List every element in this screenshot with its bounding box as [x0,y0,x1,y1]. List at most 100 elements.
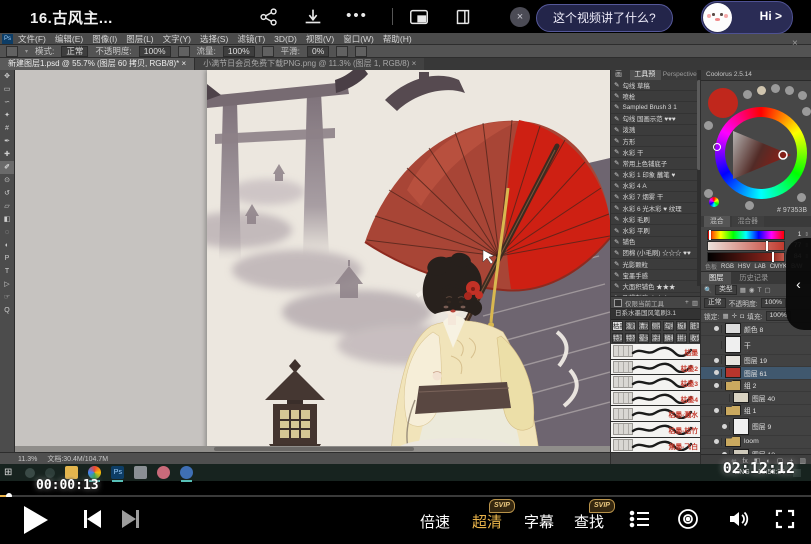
tab-mixer[interactable]: 混合器 [732,216,764,227]
ps-tool[interactable]: ↺ [0,187,14,200]
smoothing-select[interactable]: 0% [307,46,329,57]
layer-thumbnail[interactable] [725,323,741,334]
mode-lab[interactable]: LAB [754,264,765,270]
layer-thumbnail[interactable] [725,367,741,378]
layer-visibility-eye[interactable] [711,325,722,333]
brush-pack-tab[interactable]: 拼合 [676,333,687,343]
hex-value[interactable]: # 97353B [777,207,807,214]
layer-visibility-eye[interactable] [719,422,730,430]
picture-in-picture-icon[interactable] [406,6,432,28]
layer-visibility-eye[interactable] [711,406,722,414]
layer-visibility-eye[interactable] [711,341,722,349]
current-color-swatch[interactable] [708,88,738,118]
tool-preset-item[interactable]: ✎ 大面积铺色 ★★★ [611,281,701,292]
layer-row[interactable]: loom [701,436,811,449]
brush-pack-tab[interactable]: 枯墨 [612,321,623,331]
tool-preset-item[interactable]: ✎ 水彩 平刷 [611,225,701,236]
brush-pack-tab[interactable]: 涂抹 [651,333,662,343]
palette-dot[interactable] [797,193,806,202]
ps-tool[interactable]: ✚ [0,148,14,161]
layer-visibility-eye[interactable] [711,381,722,389]
opacity-select[interactable]: 100% [139,46,171,57]
ps-tool[interactable]: # [0,122,14,135]
ps-tool[interactable]: T [0,265,14,278]
tool-preset-item[interactable]: ✎ 宝墨手感 [611,270,701,281]
brush-pack-tab[interactable]: 清水 [638,321,649,331]
menu-item[interactable]: 编辑(E) [55,33,83,45]
layer-thumbnail[interactable] [725,336,741,353]
pressure-opacity-icon[interactable] [178,46,190,57]
app-icon[interactable] [180,466,193,479]
filter-adjust-icon[interactable]: ◉ [749,286,755,294]
menu-item[interactable]: 文字(Y) [163,33,191,45]
brush-pack-tab[interactable]: 泼洒 [625,321,636,331]
layer-thumbnail[interactable] [733,418,749,435]
brush-pack-tab[interactable]: 特殊 [625,333,636,343]
layer-thumbnail[interactable] [733,392,749,403]
ps-tool[interactable]: ▭ [0,83,14,96]
brush-pack-tab[interactable]: 勾线 [663,321,674,331]
menu-item[interactable]: 文件(F) [18,33,46,45]
layer-row[interactable]: 图层 61 [701,367,811,380]
brush-stroke-item[interactable]: 枯墨3 [611,375,701,391]
quality-button[interactable]: 超清 [472,511,502,532]
palette-dot[interactable] [771,84,780,93]
color-wheel-mini-icon[interactable] [709,197,719,207]
palette-dot[interactable] [757,86,766,95]
tool-preset-item[interactable]: ✎ 方形 [611,136,701,147]
palette-dot[interactable] [704,121,713,130]
tab-layers[interactable]: 图层 [701,272,731,284]
brush-pack-tab[interactable]: 鳞粉 [663,333,674,343]
fullscreen-icon[interactable] [773,507,797,531]
ps-tool[interactable]: ▱ [0,200,14,213]
pressure-size-icon[interactable] [355,46,367,57]
ps-tool[interactable]: Q [0,304,14,317]
tool-preset-item[interactable]: ✎ 勾线 草稿 [611,80,701,91]
tool-preset-item[interactable]: ✎ 喷枪 [611,91,701,102]
layer-row[interactable]: 图层 9 [701,417,811,436]
assistant-close-icon[interactable]: × [792,38,798,49]
mode-hsv[interactable]: HSV [738,264,750,270]
menu-item[interactable]: 3D(D) [274,34,297,44]
brush-stroke-item[interactable]: 枯墨4 [611,391,701,407]
brush-pack-tab[interactable]: 特效 [612,333,623,343]
tool-preset-item[interactable]: ✎ Sampled Brush 3 1 [611,102,701,113]
app-icon[interactable] [134,466,147,479]
brush-pack-tab[interactable]: 晕染 [638,333,649,343]
playback-speed-button[interactable]: 倍速 [420,511,450,532]
layer-opacity-select[interactable]: 100% [761,298,786,308]
tool-preset-item[interactable]: ✎ 光影颗粒 [611,259,701,270]
tab-history[interactable]: 历史记录 [731,272,776,284]
screen-record-icon[interactable] [676,507,700,531]
ps-tool[interactable]: ✥ [0,70,14,83]
ps-tool[interactable]: ✦ [0,109,14,122]
tool-preset-item[interactable]: ✎ 铺色 [611,237,701,248]
menu-item[interactable]: 窗口(W) [343,33,374,45]
layer-row[interactable]: 组 2 [701,380,811,393]
side-panel-icon[interactable] [450,6,476,28]
hsv-slider-row[interactable]: 1 ⇕ [707,229,809,240]
ai-assistant-pill[interactable]: Hi > [701,1,793,34]
tool-preset-item[interactable]: ✎ 飞蛾刺痕 ★★★ [611,293,701,297]
tool-preset-item[interactable]: ✎ 水彩 毛刷 [611,214,701,225]
volume-icon[interactable] [726,507,750,531]
brush-stroke-item[interactable]: 枯墨-溅水 [611,406,701,422]
cortana-icon[interactable] [45,468,55,478]
search-icon[interactable] [25,468,35,478]
tool-preset-item[interactable]: ✎ 勾线 国画示范 ♥♥♥ [611,114,701,125]
menu-item[interactable]: 图像(I) [92,33,117,45]
next-episode-button[interactable] [122,510,139,528]
ps-tool[interactable]: ✒ [0,135,14,148]
tool-preset-item[interactable]: ✎ 水彩 6 光木彩 ♥ 纹理 [611,203,701,214]
brush-pack-tab[interactable]: 收集 [689,333,700,343]
menu-item[interactable]: 图层(L) [126,33,153,45]
ps-tool[interactable]: ✐ [0,161,14,174]
brush-pack-tab[interactable]: 板刷 [676,321,687,331]
layer-visibility-eye[interactable] [719,394,730,402]
menu-item[interactable]: 选择(S) [200,33,228,45]
ps-tool[interactable]: ◧ [0,213,14,226]
palette-dot[interactable] [798,91,807,100]
layer-thumbnail[interactable] [725,405,741,416]
tool-preset-item[interactable]: ✎ 泼溅 [611,125,701,136]
layer-thumbnail[interactable] [733,449,749,454]
